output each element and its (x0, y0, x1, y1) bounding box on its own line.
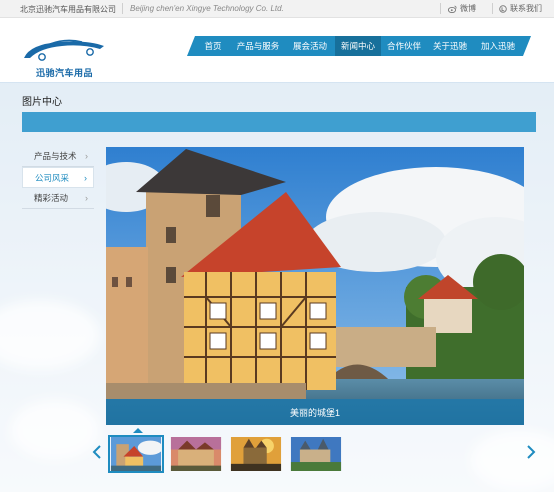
company-name-en: Beijing chen'en Xingye Technology Co. Lt… (130, 4, 284, 13)
image-caption: 美丽的城堡1 (289, 408, 340, 418)
phone-icon (499, 4, 507, 13)
nav-item-join[interactable]: 加入迅驰 (473, 36, 523, 56)
gallery-main-image[interactable] (106, 147, 524, 425)
chevron-right-icon: › (84, 173, 87, 183)
nav-item-news[interactable]: 新闻中心 (335, 36, 381, 56)
chevron-right-icon: › (85, 193, 88, 203)
sidebar-item-label: 公司风采 (35, 173, 70, 183)
sidebar: 产品与技术 › 公司风采 › 精彩活动 › (22, 146, 94, 209)
site-header: 迅驰汽车用品 首页 产品与服务 展会活动 新闻中心 合作伙伴 关于迅驰 加入迅驰 (0, 18, 554, 82)
weibo-link[interactable]: 微博 (448, 3, 476, 14)
sidebar-item-company-style[interactable]: 公司风采 › (22, 167, 94, 188)
nav-item-products[interactable]: 产品与服务 (231, 36, 285, 56)
sidebar-item-label: 产品与技术 (34, 151, 77, 161)
nav-item-exhibitions[interactable]: 展会活动 (285, 36, 335, 56)
gallery-thumbnail[interactable] (228, 435, 284, 473)
main-nav: 首页 产品与服务 展会活动 新闻中心 合作伙伴 关于迅驰 加入迅驰 (187, 36, 531, 56)
sidebar-item-products-tech[interactable]: 产品与技术 › (22, 146, 94, 167)
gallery-thumbnail[interactable] (108, 435, 164, 473)
nav-item-home[interactable]: 首页 (195, 36, 231, 56)
divider (492, 3, 493, 14)
weibo-label: 微博 (460, 4, 476, 13)
weibo-icon (448, 5, 457, 13)
logo-icon[interactable] (20, 36, 112, 64)
gallery-thumbnail[interactable] (288, 435, 344, 473)
page-title: 图片中心 (22, 97, 62, 108)
divider (122, 3, 123, 14)
top-utility-bar: 北京迅驰汽车用品有限公司 Beijing chen'en Xingye Tech… (0, 0, 554, 18)
company-name-cn: 北京迅驰汽车用品有限公司 (20, 5, 116, 14)
gallery-thumbnail[interactable] (168, 435, 224, 473)
chevron-left-icon[interactable] (92, 444, 104, 464)
chevron-right-icon: › (85, 151, 88, 161)
chevron-right-icon[interactable] (526, 444, 538, 464)
logo-text: 迅驰汽车用品 (36, 68, 94, 78)
divider (440, 3, 441, 14)
contact-link[interactable]: 联系我们 (499, 3, 542, 14)
sidebar-item-events[interactable]: 精彩活动 › (22, 188, 94, 209)
selected-thumb-indicator (133, 428, 143, 433)
contact-label: 联系我们 (510, 4, 542, 13)
section-title-bar (22, 112, 536, 132)
nav-item-about[interactable]: 关于迅驰 (427, 36, 473, 56)
nav-item-partners[interactable]: 合作伙伴 (381, 36, 427, 56)
sidebar-item-label: 精彩活动 (34, 193, 69, 203)
